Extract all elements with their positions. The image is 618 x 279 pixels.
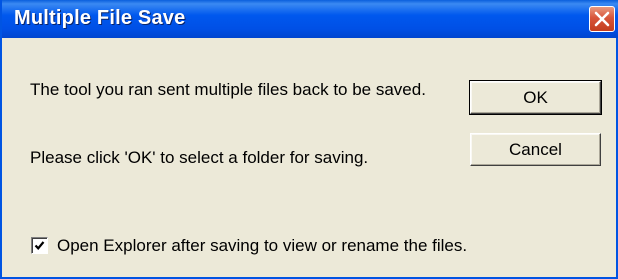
open-explorer-label: Open Explorer after saving to view or re… [57,236,468,255]
dialog-window: Multiple File Save The tool you ran sent… [0,0,618,279]
close-button[interactable] [589,6,615,32]
cancel-button[interactable]: Cancel [470,133,601,166]
open-explorer-checkbox[interactable] [31,237,48,254]
ok-button[interactable]: OK [469,80,602,115]
title-bar[interactable]: Multiple File Save [2,0,618,38]
message-text: The tool you ran sent multiple files bac… [30,80,426,99]
dialog-content: The tool you ran sent multiple files bac… [2,38,618,279]
close-icon [594,11,610,27]
dialog-title: Multiple File Save [14,7,186,29]
checkmark-icon [34,241,45,250]
instruction-text: Please click 'OK' to select a folder for… [30,148,369,167]
